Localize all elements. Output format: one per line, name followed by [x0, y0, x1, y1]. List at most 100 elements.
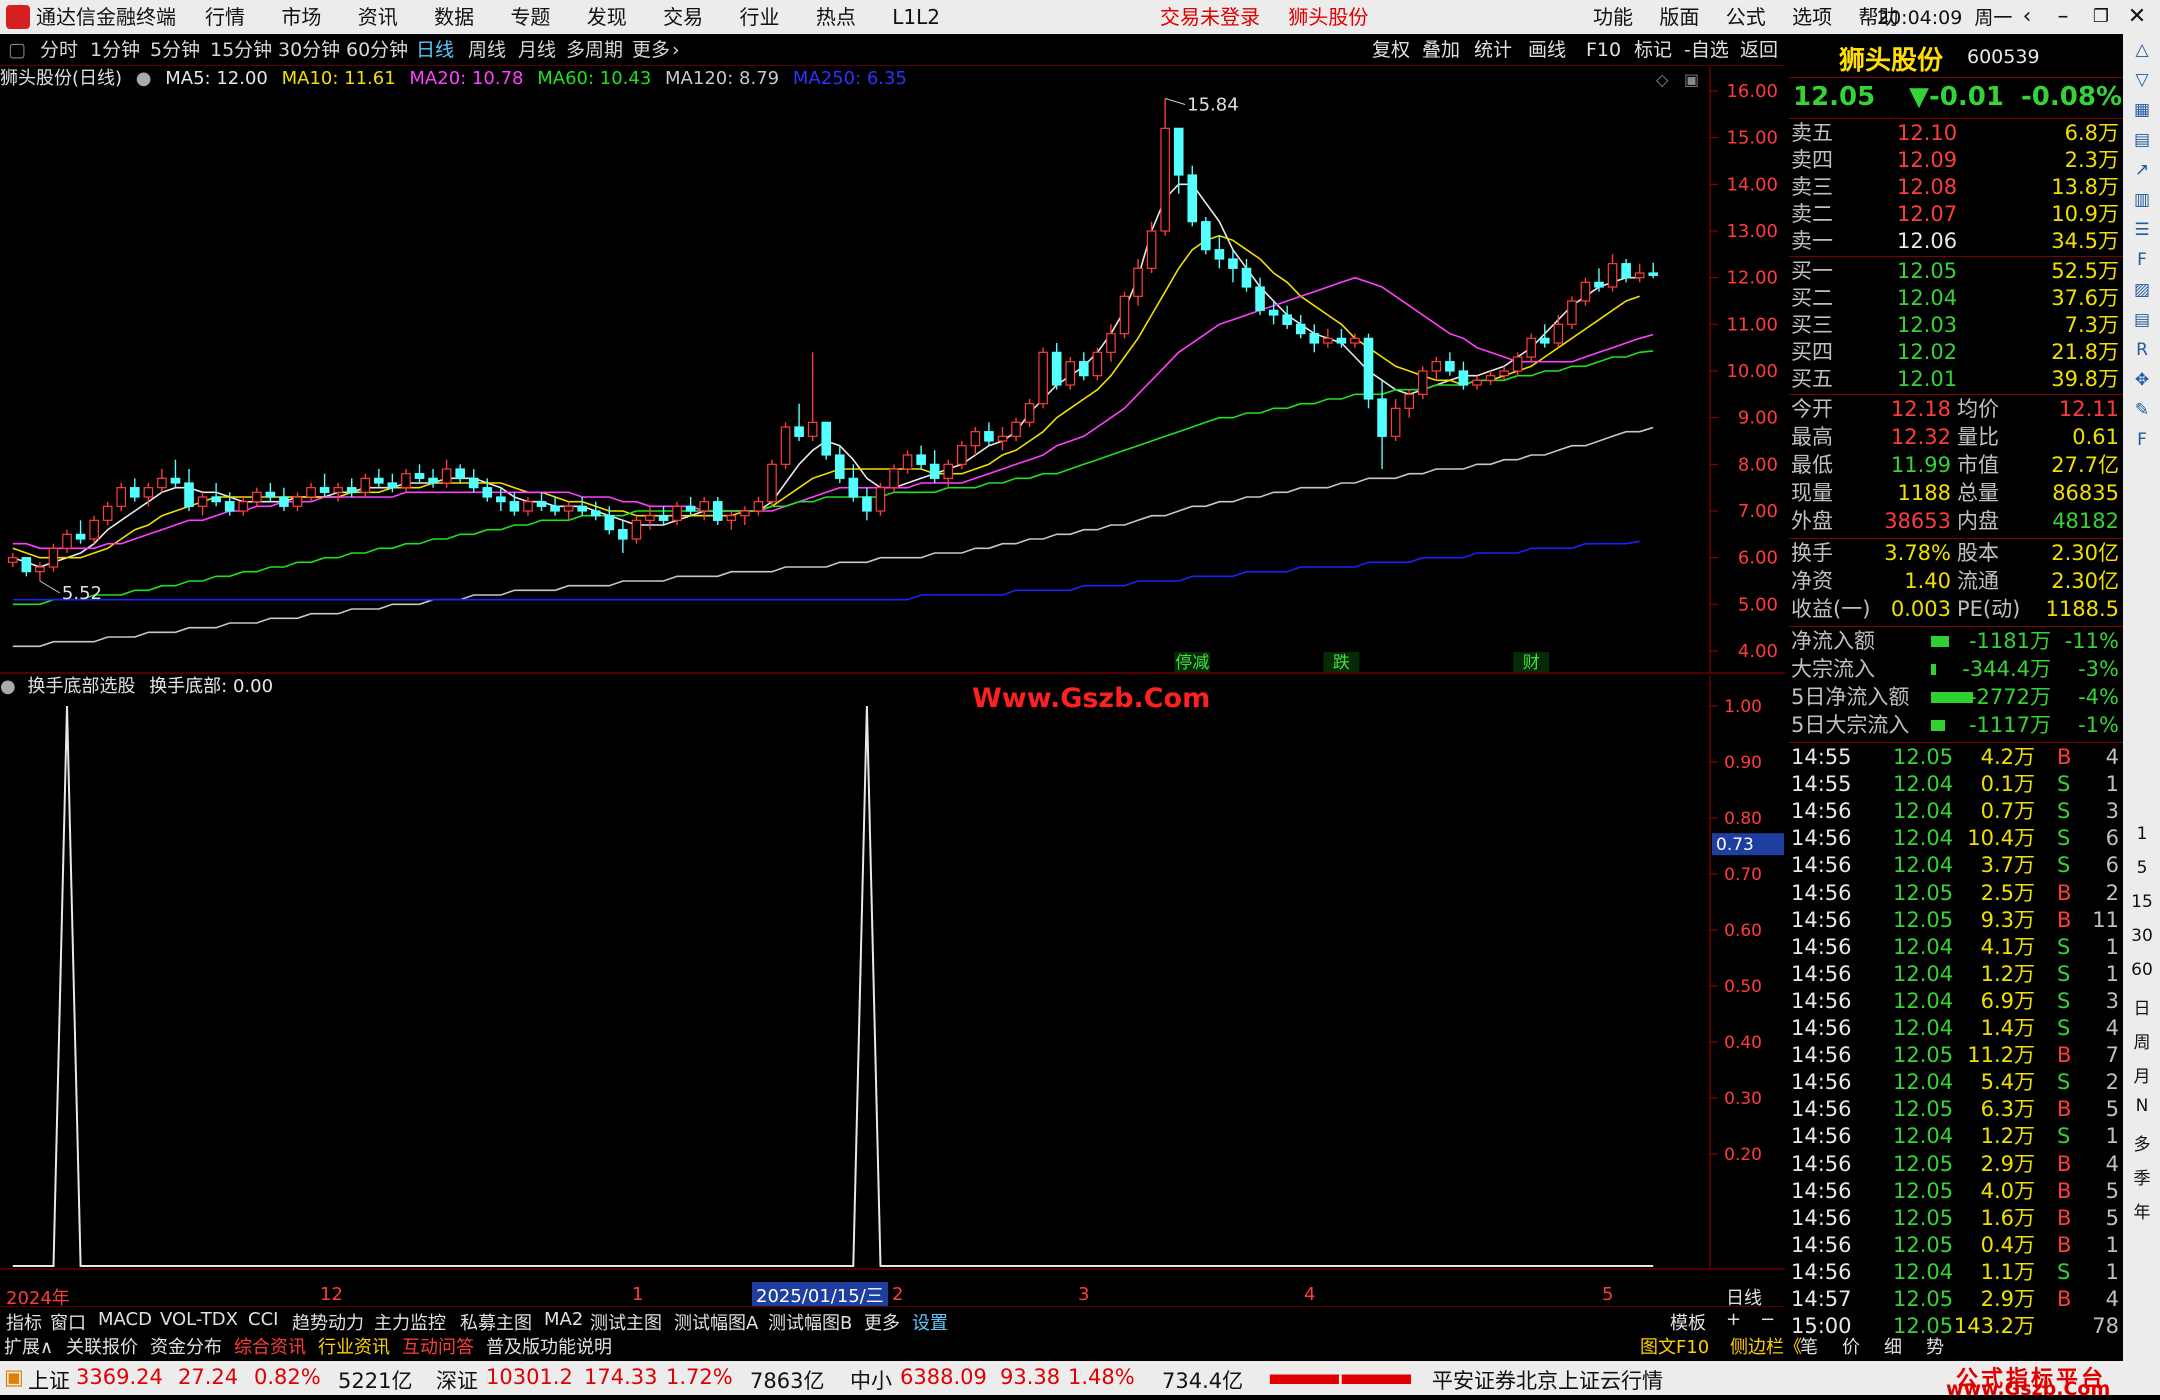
fs-icon[interactable]: F	[2128, 430, 2156, 456]
tab-macd[interactable]: MACD	[98, 1309, 152, 1330]
sidebar-period-6[interactable]: 周	[2128, 1028, 2156, 1054]
tool-button[interactable]: 标记	[1634, 38, 1672, 62]
add-button[interactable]: +	[1726, 1309, 1741, 1330]
rss-icon[interactable]: R	[2128, 340, 2156, 366]
current-stock-notice[interactable]: 狮头股份	[1288, 5, 1368, 29]
chevron-right-icon[interactable]: ›	[672, 38, 680, 62]
menu-item-formula[interactable]: 公式	[1726, 5, 1766, 29]
menu-item-discover[interactable]: 发现	[587, 5, 627, 29]
sh-label[interactable]: 上证	[28, 1365, 70, 1395]
menu-item-news[interactable]: 资讯	[358, 5, 398, 29]
down-arrow-icon[interactable]: ▽	[2128, 70, 2156, 96]
restore-icon[interactable]: ❐	[2084, 2, 2118, 32]
tick-row: 14:56 12.05 9.3万 B 11	[1789, 907, 2123, 934]
diamond-icon[interactable]: ◇	[1656, 70, 1668, 89]
f10-icon[interactable]: F	[2128, 250, 2156, 276]
period-tab[interactable]: 15分钟	[210, 38, 272, 62]
tab-qa[interactable]: 互动问答	[402, 1333, 474, 1359]
menu-item-l1l2[interactable]: L1L2	[892, 5, 940, 29]
tool-button[interactable]: 叠加	[1422, 38, 1460, 62]
period-tab-more[interactable]: 更多	[632, 38, 670, 62]
period-tab[interactable]: 30分钟	[278, 38, 340, 62]
panel-icon[interactable]: ▣	[1684, 70, 1699, 89]
menu-item-trade[interactable]: 交易	[663, 5, 703, 29]
up-arrow-icon[interactable]: △	[2128, 40, 2156, 66]
sidebar-period-0[interactable]: 1	[2128, 824, 2156, 850]
close-icon[interactable]: ✕	[2120, 2, 2154, 32]
tool-button[interactable]: 复权	[1372, 38, 1410, 62]
date-label: 5	[1602, 1284, 1614, 1305]
menu-item-topics[interactable]: 专题	[510, 5, 550, 29]
expand-button[interactable]: 扩展∧	[4, 1333, 53, 1359]
tool-button[interactable]: 返回	[1740, 38, 1778, 62]
period-tab[interactable]: 月线	[518, 38, 556, 62]
tool-button[interactable]: -自选	[1684, 38, 1729, 62]
tick-count: 1	[2105, 934, 2119, 959]
sz-label[interactable]: 深证	[436, 1365, 478, 1395]
settings-dot-icon[interactable]: ●	[136, 68, 152, 89]
minimize-icon[interactable]: –	[2046, 2, 2080, 32]
price-change-pct: -0.08%	[2021, 82, 2122, 112]
period-tab[interactable]: 周线	[468, 38, 506, 62]
sidebar-period-7[interactable]: 月	[2128, 1062, 2156, 1088]
sidebar-period-1[interactable]: 5	[2128, 858, 2156, 884]
back-arrow-icon[interactable]: ‹	[2010, 2, 2044, 32]
tab-related[interactable]: 关联报价	[66, 1333, 138, 1359]
period-tab[interactable]: 多周期	[566, 38, 623, 62]
menu-item-industry[interactable]: 行业	[740, 5, 780, 29]
menu-item-layout[interactable]: 版面	[1659, 5, 1699, 29]
tool-button[interactable]: 统计	[1474, 38, 1512, 62]
table-icon[interactable]: ▤	[2128, 130, 2156, 156]
sidebar-period-9[interactable]: 多	[2128, 1130, 2156, 1156]
period-tab[interactable]: 5分钟	[150, 38, 200, 62]
candle-icon[interactable]: ▥	[2128, 190, 2156, 216]
tab-industry-news[interactable]: 行业资讯	[318, 1333, 390, 1359]
move-icon[interactable]: ✥	[2128, 370, 2156, 396]
collapse-icon[interactable]: ▢	[8, 38, 26, 62]
tick-direction: B	[2057, 880, 2072, 905]
app-title: 通达信金融终端	[36, 5, 176, 29]
ask-price: 12.06	[1897, 229, 1958, 253]
period-tab-active[interactable]: 日线	[416, 38, 454, 62]
zx-label[interactable]: 中小	[850, 1365, 892, 1395]
settings-dot-icon[interactable]: ●	[0, 676, 16, 697]
period-tab[interactable]: 60分钟	[346, 38, 408, 62]
stat-label: 净资	[1791, 569, 1833, 593]
menu-item-market[interactable]: 市场	[281, 5, 321, 29]
grid-icon[interactable]: ▦	[2128, 100, 2156, 126]
menu-item-hot[interactable]: 热点	[816, 5, 856, 29]
sidebar-period-4[interactable]: 60	[2128, 960, 2156, 986]
sidebar-period-10[interactable]: 季	[2128, 1164, 2156, 1190]
tab-vol-tdx[interactable]: VOL-TDX	[160, 1309, 238, 1330]
tool-button[interactable]: 画线	[1528, 38, 1566, 62]
tab-ma2[interactable]: MA2	[544, 1309, 583, 1330]
menu-item-data[interactable]: 数据	[434, 5, 474, 29]
line-chart-icon[interactable]: ↗	[2128, 160, 2156, 186]
indicator-chart[interactable]: 1.00 0.90 0.80 0.70 0.60 0.50 0.40 0.30 0.20 0.73	[0, 676, 1785, 1270]
candlestick-chart[interactable]: 16.00 15.00 14.00 13.00 12.00 11.00 10.00 9.00 8…	[0, 66, 1785, 674]
sidebar-period-8[interactable]: N	[2128, 1096, 2156, 1122]
pen-icon[interactable]: ✎	[2128, 400, 2156, 426]
trade-login-notice[interactable]: 交易未登录	[1160, 5, 1260, 29]
sidebar-period-11[interactable]: 年	[2128, 1198, 2156, 1224]
sidebar-period-2[interactable]: 15	[2128, 892, 2156, 918]
tab-funds[interactable]: 资金分布	[150, 1333, 222, 1359]
tab-f10[interactable]: 图文F10	[1640, 1333, 1709, 1359]
tick-price: 12.05	[1893, 1178, 1954, 1203]
menu-item-options[interactable]: 选项	[1792, 5, 1832, 29]
broker-info[interactable]: 平安证券北京上证云行情	[1432, 1365, 1663, 1395]
remove-button[interactable]: −	[1760, 1309, 1775, 1330]
document-icon[interactable]: ▤	[2128, 310, 2156, 336]
sidebar-period-3[interactable]: 30	[2128, 926, 2156, 952]
menu-item-function[interactable]: 功能	[1593, 5, 1633, 29]
tab-cci[interactable]: CCI	[248, 1309, 278, 1330]
sidebar-period-5[interactable]: 日	[2128, 994, 2156, 1020]
period-tab[interactable]: 分时	[40, 38, 78, 62]
tool-button[interactable]: F10	[1586, 38, 1621, 62]
tab-basic-help[interactable]: 普及版功能说明	[486, 1333, 612, 1359]
list-icon[interactable]: ☰	[2128, 220, 2156, 246]
calendar-icon[interactable]: ▨	[2128, 280, 2156, 306]
period-tab[interactable]: 1分钟	[90, 38, 140, 62]
tab-news[interactable]: 综合资讯	[234, 1333, 306, 1359]
menu-item-quotes[interactable]: 行情	[205, 5, 245, 29]
